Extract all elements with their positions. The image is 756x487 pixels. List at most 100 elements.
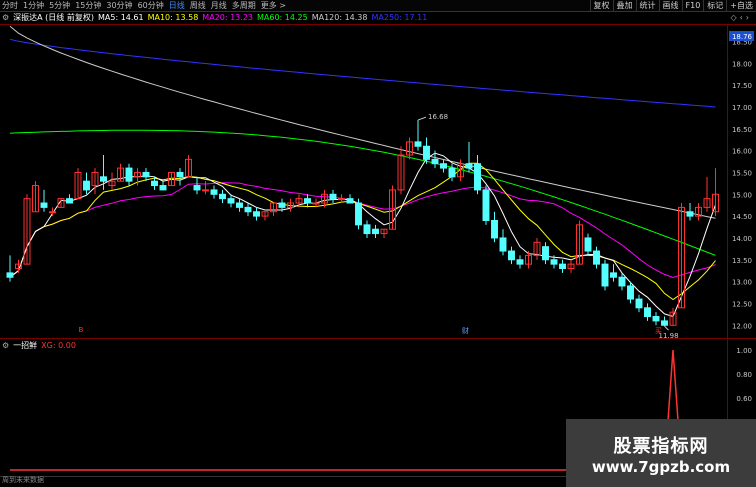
candle[interactable]	[610, 264, 617, 282]
candle-body	[601, 263, 609, 287]
candle[interactable]	[32, 181, 39, 213]
candle-body	[686, 211, 694, 217]
candle-body	[151, 180, 158, 187]
candle[interactable]	[491, 211, 498, 243]
candle[interactable]	[593, 246, 600, 269]
candle-body	[499, 237, 507, 252]
candle[interactable]	[703, 176, 711, 212]
candle[interactable]	[125, 163, 133, 186]
candle[interactable]	[193, 176, 201, 195]
candle[interactable]	[74, 168, 82, 200]
candle[interactable]	[253, 207, 260, 221]
candle[interactable]	[559, 259, 566, 273]
candle-body	[304, 198, 311, 204]
candle-body	[482, 189, 490, 221]
candle-body	[516, 259, 524, 265]
candle[interactable]	[516, 255, 524, 269]
candle[interactable]	[567, 259, 575, 273]
candle-body	[49, 211, 56, 214]
candle-body	[100, 176, 107, 182]
candle[interactable]	[346, 194, 354, 204]
high-label: 16.68	[428, 113, 448, 121]
ma20-line	[9, 182, 716, 279]
candle[interactable]	[440, 159, 447, 173]
candle[interactable]	[712, 168, 719, 217]
candle[interactable]	[66, 194, 73, 204]
candle-body	[312, 202, 320, 205]
candle[interactable]	[584, 233, 592, 256]
candle[interactable]	[406, 137, 413, 160]
price-tick-10: 13.50	[732, 257, 752, 265]
candle[interactable]	[423, 137, 430, 164]
candle-body	[125, 167, 133, 182]
candle[interactable]	[431, 150, 439, 169]
indicator-settings-icon[interactable]: ⚙	[2, 341, 9, 350]
candle[interactable]	[236, 198, 243, 212]
candle[interactable]	[372, 224, 379, 238]
candle[interactable]	[329, 189, 337, 204]
candle-body	[346, 198, 354, 204]
candle-body	[474, 163, 481, 191]
candle-body	[40, 202, 48, 208]
candle-body	[542, 246, 549, 261]
candle[interactable]	[601, 259, 609, 291]
candle[interactable]	[176, 168, 184, 186]
candle[interactable]	[482, 185, 490, 225]
candle[interactable]	[380, 228, 388, 238]
indicator-tick-0: 1.00	[736, 347, 752, 355]
candle-body	[465, 163, 473, 169]
candle[interactable]	[244, 203, 252, 217]
price-tick-2: 17.50	[732, 82, 752, 90]
candle-body	[355, 202, 362, 226]
candle[interactable]	[661, 316, 668, 327]
candle[interactable]	[15, 259, 22, 273]
candle[interactable]	[210, 185, 218, 199]
candle-body	[431, 158, 439, 165]
candle-body	[159, 185, 167, 191]
candle-body	[584, 237, 592, 252]
candle[interactable]	[355, 198, 362, 230]
candle-body	[550, 259, 558, 265]
candle[interactable]	[159, 181, 167, 191]
candle[interactable]	[686, 203, 694, 221]
candle[interactable]	[499, 229, 507, 256]
candle[interactable]	[108, 172, 116, 190]
candle[interactable]	[644, 303, 651, 321]
candle[interactable]	[448, 163, 456, 182]
candle[interactable]	[185, 154, 192, 178]
candle[interactable]	[83, 172, 90, 195]
candle[interactable]	[695, 203, 702, 221]
candle[interactable]	[533, 237, 541, 260]
candle-body	[508, 250, 515, 261]
candle[interactable]	[397, 146, 405, 195]
price-tick-1: 18.00	[732, 60, 752, 68]
price-tick-5: 16.00	[732, 148, 752, 156]
candle[interactable]	[465, 141, 473, 173]
candle-body	[363, 224, 371, 235]
candle-body	[414, 141, 422, 147]
candle[interactable]	[652, 312, 660, 326]
candle[interactable]	[202, 181, 209, 195]
candle[interactable]	[6, 255, 14, 282]
candle[interactable]	[49, 207, 56, 217]
kline-chart[interactable]: 18.5018.0017.5017.0016.5016.0015.5015.00…	[0, 0, 756, 487]
candle[interactable]	[542, 242, 549, 265]
candle-body	[83, 180, 90, 191]
watermark-title: 股票指标网	[613, 436, 709, 457]
candle[interactable]	[304, 194, 311, 208]
candle[interactable]	[261, 211, 269, 221]
candle[interactable]	[363, 220, 371, 238]
candle[interactable]	[508, 246, 515, 265]
indicator-name[interactable]: 一招鲜	[13, 341, 37, 350]
candle[interactable]	[474, 154, 481, 195]
candle-body	[6, 272, 14, 278]
candle-body	[210, 189, 218, 195]
finance-marker[interactable]: 财	[462, 326, 469, 335]
candle-body	[491, 219, 498, 239]
candle[interactable]	[91, 168, 99, 195]
candle[interactable]	[40, 189, 48, 212]
price-tick-3: 17.00	[732, 104, 752, 112]
candle[interactable]	[414, 120, 422, 151]
candle[interactable]	[635, 294, 643, 313]
candle[interactable]	[219, 189, 226, 204]
